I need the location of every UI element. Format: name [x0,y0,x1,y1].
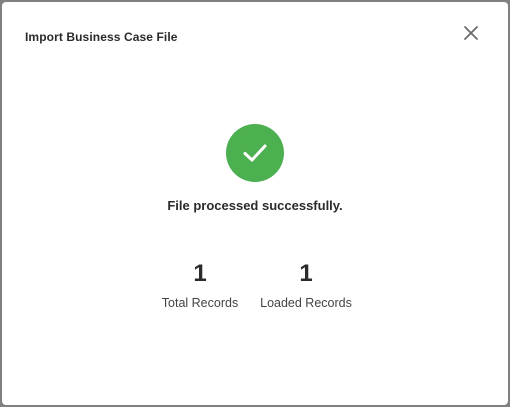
success-message: File processed successfully. [167,198,343,213]
total-records-value: 1 [193,260,207,287]
loaded-records-value: 1 [299,260,313,287]
close-icon [464,26,478,40]
total-records-label: Total Records [161,296,239,310]
import-dialog: Import Business Case File File processed… [2,2,508,405]
close-button[interactable] [462,24,480,42]
dialog-title: Import Business Case File [25,30,178,44]
check-circle-icon [226,124,284,182]
total-records-stat: 1 Total Records [152,260,248,310]
loaded-records-label: Loaded Records [260,296,352,310]
loaded-records-stat: 1 Loaded Records [254,260,358,310]
checkmark-icon [243,144,267,162]
modal-backdrop: Import Business Case File File processed… [0,0,510,407]
